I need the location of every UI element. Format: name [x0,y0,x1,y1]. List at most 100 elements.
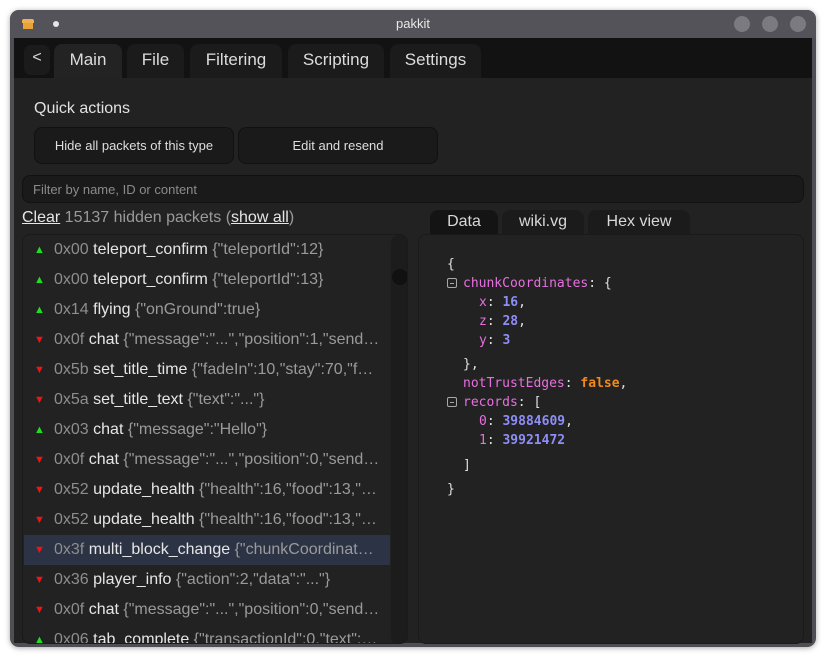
packet-name: chat [93,421,124,438]
packet-id: 0x52 [54,481,89,498]
packet-data-preview: {"fadeIn":10,"stay":70,"f… [191,361,374,378]
packet-id: 0x3f [54,541,85,558]
packet-id: 0x00 [54,241,89,258]
serverbound-arrow-icon: ▲ [34,244,45,256]
tab-file[interactable]: File [127,44,184,78]
packet-row[interactable]: ▼ 0x52 update_health {"health":16,"food":… [24,475,390,505]
packet-row[interactable]: ▼ 0x0f chat {"message":"...","position":1… [24,325,390,355]
packet-id: 0x14 [54,301,89,318]
packet-name: teleport_confirm [93,241,208,258]
hide-packets-button[interactable]: Hide all packets of this type [34,127,234,164]
packet-data-preview: {"onGround":true} [134,301,261,318]
clientbound-arrow-icon: ▼ [34,454,45,466]
packet-id: 0x0f [54,331,85,348]
packet-name: update_health [93,481,195,498]
serverbound-arrow-icon: ▲ [34,424,45,436]
show-all-link[interactable]: show all [231,209,289,226]
packet-data-preview: {"message":"...","position":0,"send… [123,451,380,468]
edit-resend-button[interactable]: Edit and resend [238,127,438,164]
packet-row[interactable]: ▲ 0x00 teleport_confirm {"teleportId":13} [24,265,390,295]
collapse-records-icon[interactable] [447,397,457,407]
json-chunk-coordinates: chunkCoordinates: { [463,276,612,291]
title-bar[interactable]: pakkit [10,10,816,38]
packet-row[interactable]: ▲ 0x00 teleport_confirm {"teleportId":12} [24,235,390,265]
packet-id: 0x5a [54,391,89,408]
json-y: y: 3 [479,333,511,348]
packet-row[interactable]: ▲ 0x14 flying {"onGround":true} [24,295,390,325]
json-z: z: 28, [479,314,526,329]
close-button[interactable] [790,16,806,32]
hidden-packets-status: Clear 15137 hidden packets (show all) [22,209,295,226]
packet-data-preview: {"health":16,"food":13,"… [199,511,377,528]
serverbound-arrow-icon: ▲ [34,304,45,316]
packet-list: ▲ 0x00 teleport_confirm {"teleportId":12}… [22,234,408,644]
serverbound-arrow-icon: ▲ [34,634,45,644]
packet-name: tab_complete [93,631,190,644]
packet-name: chat [88,331,119,348]
packet-data-preview: {"message":"...","position":1,"send… [123,331,380,348]
packet-data-preview: {"message":"Hello"} [127,421,268,438]
tab-scripting[interactable]: Scripting [288,44,384,78]
collapse-chunk-coordinates-icon[interactable] [447,278,457,288]
packet-name: flying [93,301,131,318]
maximize-button[interactable] [762,16,778,32]
packet-row[interactable]: ▼ 0x0f chat {"message":"...","position":0… [24,445,390,475]
json-close-array: ] [463,458,471,473]
clientbound-arrow-icon: ▼ [34,604,45,616]
packet-row[interactable]: ▼ 0x3f multi_block_change {"chunkCoordina… [24,535,390,565]
packet-id: 0x0f [54,451,85,468]
packet-data-preview: {"chunkCoordinat… [234,541,374,558]
packet-id: 0x5b [54,361,89,378]
packet-name: update_health [93,511,195,528]
packet-row[interactable]: ▲ 0x03 chat {"message":"Hello"} [24,415,390,445]
json-close-brace: } [447,482,455,497]
clientbound-arrow-icon: ▼ [34,364,45,376]
hidden-count: 15137 hidden packets ( [60,209,232,226]
packet-id: 0x0f [54,601,85,618]
tab-bar: < Main File Filtering Scripting Settings [14,38,812,78]
clear-link[interactable]: Clear [22,209,60,226]
main-content: < Main File Filtering Scripting Settings… [14,38,812,644]
json-x: x: 16, [479,295,526,310]
clientbound-arrow-icon: ▼ [34,574,45,586]
clientbound-arrow-icon: ▼ [34,544,45,556]
packet-name: set_title_time [93,361,188,378]
packet-name: set_title_text [93,391,183,408]
packet-id: 0x36 [54,571,89,588]
packet-id: 0x03 [54,421,89,438]
json-records: records: [ [463,395,542,410]
packet-data-preview: {"teleportId":12} [212,241,324,258]
json-not-trust-edges: notTrustEdges: false, [463,376,628,391]
packet-id: 0x06 [54,631,89,644]
tab-wiki-vg[interactable]: wiki.vg [502,210,584,236]
tab-data[interactable]: Data [430,210,498,236]
packet-data-preview: {"health":16,"food":13,"… [199,481,377,498]
packet-data-preview: {"action":2,"data":"..."} [175,571,331,588]
packet-name: teleport_confirm [93,271,208,288]
window-title: pakkit [396,16,430,31]
packet-row[interactable]: ▼ 0x5b set_title_time {"fadeIn":10,"stay"… [24,355,390,385]
packet-name: player_info [93,571,172,588]
tab-filtering[interactable]: Filtering [190,44,282,78]
collapse-tabs-button[interactable]: < [24,45,50,75]
packet-list-scrollbar[interactable] [391,235,407,643]
packet-data-preview: {"message":"...","position":0,"send… [123,601,380,618]
filter-input[interactable] [22,175,804,203]
packet-row[interactable]: ▲ 0x06 tab_complete {"transactionId":0,"t… [24,625,390,644]
packet-row[interactable]: ▼ 0x52 update_health {"health":16,"food":… [24,505,390,535]
scrollbar-thumb[interactable] [392,269,407,285]
packet-data-panel: { chunkCoordinates: { x: 16, z: 28, y: 3… [418,234,804,644]
packet-row[interactable]: ▼ 0x36 player_info {"action":2,"data":"..… [24,565,390,595]
tab-main[interactable]: Main [54,44,122,78]
packet-name: chat [88,451,119,468]
tab-hex-view[interactable]: Hex view [588,210,690,236]
json-record-0: 0: 39884609, [479,414,573,429]
packet-row[interactable]: ▼ 0x5a set_title_text {"text":"..."} [24,385,390,415]
json-close-object: }, [463,357,479,372]
tab-settings[interactable]: Settings [390,44,481,78]
packet-row[interactable]: ▼ 0x0f chat {"message":"...","position":0… [24,595,390,625]
packet-data-preview: {"transactionId":0,"text":… [193,631,378,644]
clientbound-arrow-icon: ▼ [34,484,45,496]
minimize-button[interactable] [734,16,750,32]
packet-id: 0x00 [54,271,89,288]
